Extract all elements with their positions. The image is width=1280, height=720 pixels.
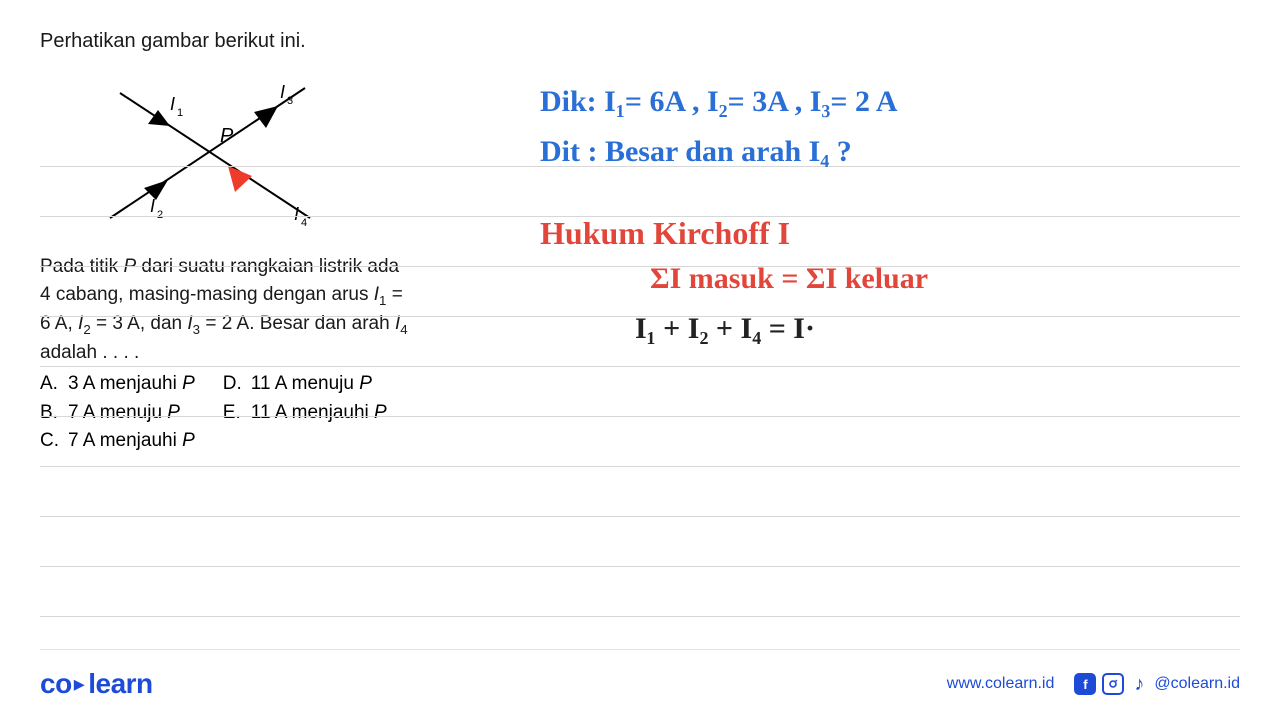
svg-text:I: I [294, 204, 299, 224]
option-c[interactable]: C.7 A menjauhi P [40, 427, 195, 456]
worked-solution: Dik: I₁= 6A , I₂= 3A , I₃= 2 A Dit : Bes… [540, 30, 1240, 456]
answer-options: A.3 A menjauhi P B.7 A menuju P C.7 A me… [40, 370, 520, 456]
footer-url[interactable]: www.colearn.id [947, 675, 1055, 693]
option-a[interactable]: A.3 A menjauhi P [40, 370, 195, 399]
given-line: Dik: I₁= 6A , I₂= 3A , I₃= 2 A [540, 85, 898, 119]
facebook-icon[interactable]: f [1074, 673, 1096, 695]
option-b[interactable]: B.7 A menuju P [40, 399, 195, 428]
social-links: f ♪ @colearn.id [1074, 673, 1240, 695]
intro-text: Perhatikan gambar berikut ini. [40, 30, 520, 53]
circuit-diagram: I 1 I 2 I 3 I 4 P [40, 68, 360, 238]
substitution: I₁ + I₂ + I₄ = I· [635, 312, 815, 346]
svg-text:I: I [280, 82, 285, 102]
instagram-icon[interactable] [1102, 673, 1124, 695]
law-title: Hukum Kirchoff I [540, 215, 790, 252]
svg-text:I: I [170, 94, 175, 114]
svg-text:I: I [150, 196, 155, 216]
svg-text:2: 2 [157, 209, 163, 221]
brand-logo: co▸learn [40, 668, 153, 700]
svg-text:1: 1 [177, 107, 183, 119]
problem-statement: Pada titik P dari suatu rangkaian listri… [40, 253, 520, 366]
social-handle[interactable]: @colearn.id [1154, 675, 1240, 693]
asked-line: Dit : Besar dan arah I₄ ? [540, 135, 852, 169]
footer: co▸learn www.colearn.id f ♪ @colearn.id [40, 649, 1240, 700]
question-panel: Perhatikan gambar berikut ini. I 1 I 2 I… [40, 30, 520, 456]
option-d[interactable]: D.11 A menuju P [223, 370, 387, 399]
law-equation: ΣI masuk = ΣI keluar [650, 262, 928, 296]
svg-text:3: 3 [287, 95, 293, 107]
tiktok-icon[interactable]: ♪ [1130, 673, 1148, 695]
option-e[interactable]: E.11 A menjauhi P [223, 399, 387, 428]
svg-text:P: P [220, 125, 234, 147]
svg-text:4: 4 [301, 217, 307, 229]
